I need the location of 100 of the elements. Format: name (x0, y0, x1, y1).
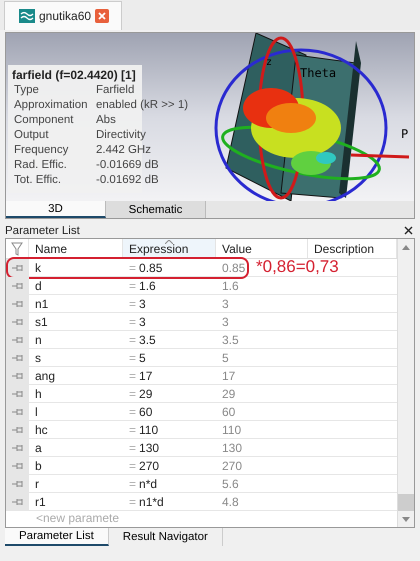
parameter-name: s1 (35, 314, 48, 328)
pin-icon (12, 480, 24, 488)
parameter-expression: 110 (139, 422, 158, 436)
wave-icon (19, 9, 35, 23)
parameter-expression: 130 (139, 440, 160, 454)
info-value: -0.01669 dB (96, 158, 159, 173)
parameter-name: ang (35, 368, 56, 382)
info-label: Component (13, 113, 74, 128)
parameter-name: b (35, 458, 42, 472)
sort-icon (165, 240, 173, 244)
info-value: -0.01692 dB (96, 173, 159, 188)
pin-icon (12, 282, 24, 290)
parameter-expression: 60 (139, 404, 152, 418)
annotation: *0,86=0,73 (256, 257, 339, 277)
equals-sign: = (129, 404, 136, 418)
filter-icon (11, 242, 23, 256)
parameter-value: 4.8 (222, 494, 239, 508)
equals-sign: = (129, 314, 136, 328)
parameter-value: 1.6 (222, 278, 239, 292)
parameter-value: 3 (222, 314, 229, 328)
scroll-down-icon[interactable] (402, 516, 410, 522)
parameter-expression: 3 (139, 296, 146, 310)
info-value: enabled (kR >> 1) (96, 98, 188, 113)
equals-sign: = (129, 422, 136, 436)
pin-icon (12, 462, 24, 470)
info-value: Farfield (96, 83, 134, 98)
scrollbar-thumb[interactable] (398, 494, 414, 511)
info-label: Output (13, 128, 50, 143)
parameter-value: 130 (222, 440, 242, 454)
parameter-value: 17 (222, 368, 236, 382)
parameter-value: 5.6 (222, 476, 239, 490)
parameter-expression: 17 (139, 368, 152, 382)
parameter-name: s (35, 350, 41, 364)
info-label: Frequency (13, 143, 70, 158)
panel-tab[interactable]: Result Navigator (108, 528, 223, 546)
info-title: farfield (f=02.4420) [1] (12, 68, 137, 82)
column-header[interactable]: Expression (123, 239, 216, 258)
parameter-value: 0.85 (222, 260, 246, 274)
info-label: Type (13, 83, 40, 98)
row-handle[interactable] (6, 493, 29, 510)
parameter-expression: n*d (139, 476, 158, 490)
info-value: Abs (96, 113, 116, 128)
equals-sign: = (129, 494, 136, 508)
pin-icon (12, 390, 24, 398)
parameter-value: 270 (222, 458, 242, 472)
view-tab[interactable]: 3D (6, 201, 106, 218)
equals-sign: = (129, 296, 136, 310)
equals-sign: = (129, 440, 136, 454)
close-icon[interactable] (404, 226, 415, 235)
equals-sign: = (129, 386, 136, 400)
pin-icon (12, 354, 24, 362)
equals-sign: = (129, 260, 136, 274)
pin-icon (12, 498, 24, 506)
info-label: Approximation (13, 98, 89, 113)
parameter-name: n (35, 332, 42, 346)
parameter-name: n1 (35, 296, 48, 310)
panel-tab[interactable]: Parameter List (5, 528, 109, 546)
parameter-name: h (35, 386, 42, 400)
parameter-expression: n1*d (139, 494, 164, 508)
parameter-expression: 270 (139, 458, 160, 472)
equals-sign: = (129, 350, 136, 364)
parameter-value: 110 (222, 422, 242, 436)
parameter-value: 5 (222, 350, 229, 364)
parameter-value: 29 (222, 386, 236, 400)
parameter-name: k (35, 260, 41, 274)
pin-icon (12, 408, 24, 416)
row-handle[interactable] (6, 259, 29, 276)
axis-label: z (266, 57, 272, 68)
parameter-name: r1 (35, 494, 46, 508)
parameter-name: hc (35, 422, 48, 436)
info-value: 2.442 GHz (96, 143, 151, 158)
pin-icon (12, 426, 24, 434)
parameter-expression: 3 (139, 314, 146, 328)
equals-sign: = (129, 368, 136, 382)
parameter-expression: 3.5 (139, 332, 156, 346)
pin-icon (12, 264, 24, 272)
pin-icon (12, 444, 24, 452)
parameter-value: 60 (222, 404, 236, 418)
pin-icon (12, 372, 24, 380)
parameter-name: d (35, 278, 42, 292)
parameter-value: 3 (222, 296, 229, 310)
equals-sign: = (129, 332, 136, 346)
document-title: gnutika60 (39, 9, 92, 23)
pin-icon (12, 336, 24, 344)
scroll-up-icon[interactable] (402, 244, 410, 250)
parameter-expression: 0.85 (139, 260, 162, 274)
scrollbar[interactable] (397, 239, 414, 527)
parameter-expression: 5 (139, 350, 146, 364)
pin-icon (12, 300, 24, 308)
equals-sign: = (129, 476, 136, 490)
document-tab[interactable]: gnutika60 (4, 1, 122, 30)
view-tab[interactable]: Schematic (106, 201, 206, 218)
equals-sign: = (129, 278, 136, 292)
parameter-value: 3.5 (222, 332, 239, 346)
axis-label: P (401, 127, 408, 141)
info-value: Directivity (96, 128, 146, 143)
info-label: Tot. Effic. (13, 173, 62, 188)
info-label: Rad. Effic. (13, 158, 68, 173)
panel-title: Parameter List (5, 224, 80, 236)
parameter-name: l (35, 404, 38, 418)
